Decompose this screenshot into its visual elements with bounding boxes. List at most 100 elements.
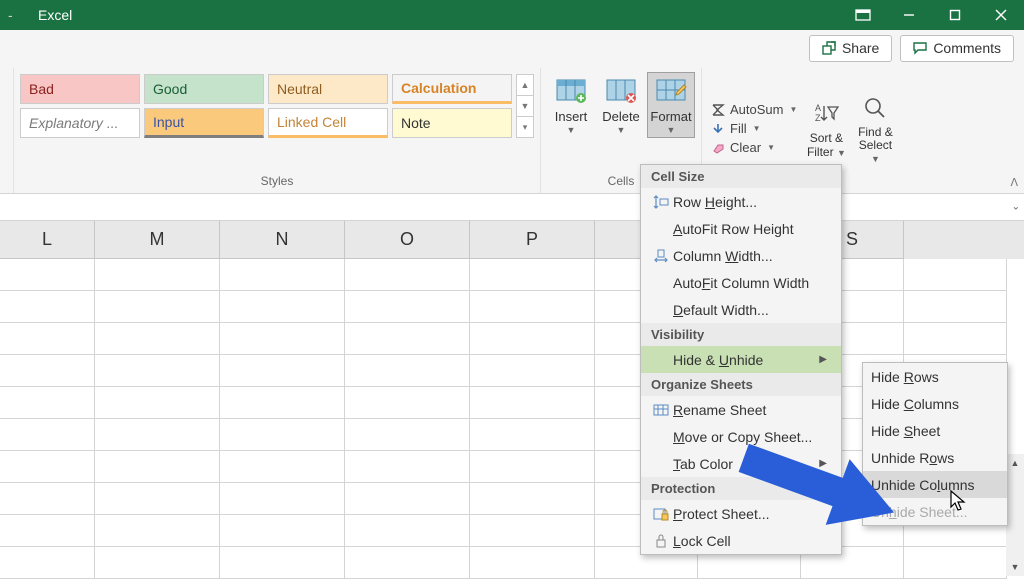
- cell[interactable]: [95, 355, 220, 387]
- col-header-N[interactable]: N: [220, 221, 345, 259]
- style-neutral[interactable]: Neutral: [268, 74, 388, 104]
- menu-hide-cols[interactable]: Hide Columns: [863, 390, 1007, 417]
- cell[interactable]: [345, 323, 470, 355]
- menu-hide-unhide[interactable]: Hide & Unhide▶: [641, 346, 841, 373]
- cell[interactable]: [470, 259, 595, 291]
- menu-hide-sheet[interactable]: Hide Sheet: [863, 417, 1007, 444]
- col-header-O[interactable]: O: [345, 221, 470, 259]
- formula-bar[interactable]: ⌄: [0, 194, 1024, 221]
- fill-button[interactable]: Fill▼: [708, 120, 800, 137]
- cell[interactable]: [0, 323, 95, 355]
- cell[interactable]: [0, 419, 95, 451]
- comments-button[interactable]: Comments: [900, 35, 1014, 62]
- cell[interactable]: [904, 547, 1007, 579]
- col-header-M[interactable]: M: [95, 221, 220, 259]
- cell[interactable]: [0, 547, 95, 579]
- menu-autofit-row[interactable]: AutoFit Row Height: [641, 215, 841, 242]
- scroll-down-icon[interactable]: ▼: [1006, 558, 1024, 576]
- autosum-button[interactable]: AutoSum▼: [708, 101, 800, 118]
- cell[interactable]: [904, 323, 1007, 355]
- style-explanatory[interactable]: Explanatory ...: [20, 108, 140, 138]
- formula-expand-icon[interactable]: ⌄: [1012, 202, 1020, 213]
- cell[interactable]: [95, 387, 220, 419]
- cell[interactable]: [345, 483, 470, 515]
- cell[interactable]: [0, 387, 95, 419]
- menu-row-height[interactable]: Row Height...: [641, 188, 841, 215]
- menu-rename-sheet[interactable]: Rename Sheet: [641, 396, 841, 423]
- column-headers[interactable]: LMNOPS: [0, 221, 1024, 259]
- cell[interactable]: [345, 291, 470, 323]
- cell[interactable]: [95, 419, 220, 451]
- menu-hide-rows[interactable]: Hide Rows: [863, 363, 1007, 390]
- cell[interactable]: [470, 547, 595, 579]
- cell[interactable]: [470, 355, 595, 387]
- cell[interactable]: [904, 259, 1007, 291]
- cell[interactable]: [345, 515, 470, 547]
- cell[interactable]: [220, 259, 345, 291]
- scroll-up-icon[interactable]: ▲: [1006, 454, 1024, 472]
- cell[interactable]: [904, 291, 1007, 323]
- share-button[interactable]: Share: [809, 35, 892, 62]
- table-row[interactable]: [0, 259, 1024, 291]
- cell[interactable]: [470, 515, 595, 547]
- styles-more-icon[interactable]: ▾: [517, 117, 533, 137]
- cell[interactable]: [0, 451, 95, 483]
- cell[interactable]: [220, 323, 345, 355]
- styles-down-icon[interactable]: ▼: [517, 96, 533, 117]
- cell[interactable]: [0, 355, 95, 387]
- cell[interactable]: [470, 387, 595, 419]
- collapse-ribbon-icon[interactable]: ᐱ: [1010, 176, 1018, 189]
- cell[interactable]: [470, 451, 595, 483]
- close-button[interactable]: [978, 0, 1024, 30]
- cell[interactable]: [470, 291, 595, 323]
- cell[interactable]: [0, 515, 95, 547]
- cell[interactable]: [345, 419, 470, 451]
- format-button[interactable]: Format ▼: [647, 72, 695, 138]
- styles-gallery[interactable]: Bad Good Neutral Calculation Explanatory…: [20, 68, 512, 138]
- style-linked-cell[interactable]: Linked Cell: [268, 108, 388, 138]
- col-header-L[interactable]: L: [0, 221, 95, 259]
- clear-button[interactable]: Clear▼: [708, 139, 800, 156]
- styles-up-icon[interactable]: ▲: [517, 75, 533, 96]
- style-calculation[interactable]: Calculation: [392, 74, 512, 104]
- cell[interactable]: [0, 483, 95, 515]
- style-good[interactable]: Good: [144, 74, 264, 104]
- cell[interactable]: [345, 451, 470, 483]
- styles-dropdown[interactable]: ▲ ▼ ▾: [516, 74, 534, 138]
- table-row[interactable]: [0, 291, 1024, 323]
- find-select-button[interactable]: Find &Select ▼: [852, 89, 898, 169]
- cell[interactable]: [95, 291, 220, 323]
- minimize-button[interactable]: [886, 0, 932, 30]
- style-input[interactable]: Input: [144, 108, 264, 138]
- menu-autofit-col[interactable]: AutoFit Column Width: [641, 269, 841, 296]
- cell[interactable]: [220, 291, 345, 323]
- insert-button[interactable]: Insert ▼: [547, 72, 595, 138]
- cell[interactable]: [470, 419, 595, 451]
- vertical-scrollbar[interactable]: ▲ ▼: [1006, 454, 1024, 576]
- maximize-button[interactable]: [932, 0, 978, 30]
- cell[interactable]: [220, 419, 345, 451]
- cell[interactable]: [220, 515, 345, 547]
- cell[interactable]: [95, 547, 220, 579]
- cell[interactable]: [220, 547, 345, 579]
- cell[interactable]: [345, 355, 470, 387]
- menu-col-width[interactable]: Column Width...: [641, 242, 841, 269]
- cell[interactable]: [220, 451, 345, 483]
- cell[interactable]: [470, 323, 595, 355]
- menu-default-width[interactable]: Default Width...: [641, 296, 841, 323]
- cell[interactable]: [220, 355, 345, 387]
- sort-filter-button[interactable]: AZ Sort &Filter ▼: [803, 95, 849, 161]
- cell[interactable]: [220, 483, 345, 515]
- cell[interactable]: [95, 483, 220, 515]
- ribbon-display-icon[interactable]: [840, 0, 886, 30]
- cell[interactable]: [345, 387, 470, 419]
- menu-lock-cell[interactable]: Lock Cell: [641, 527, 841, 554]
- style-note[interactable]: Note: [392, 108, 512, 138]
- cell[interactable]: [0, 259, 95, 291]
- cell[interactable]: [95, 323, 220, 355]
- table-row[interactable]: [0, 323, 1024, 355]
- cell[interactable]: [220, 387, 345, 419]
- cell[interactable]: [470, 483, 595, 515]
- style-bad[interactable]: Bad: [20, 74, 140, 104]
- cell[interactable]: [345, 259, 470, 291]
